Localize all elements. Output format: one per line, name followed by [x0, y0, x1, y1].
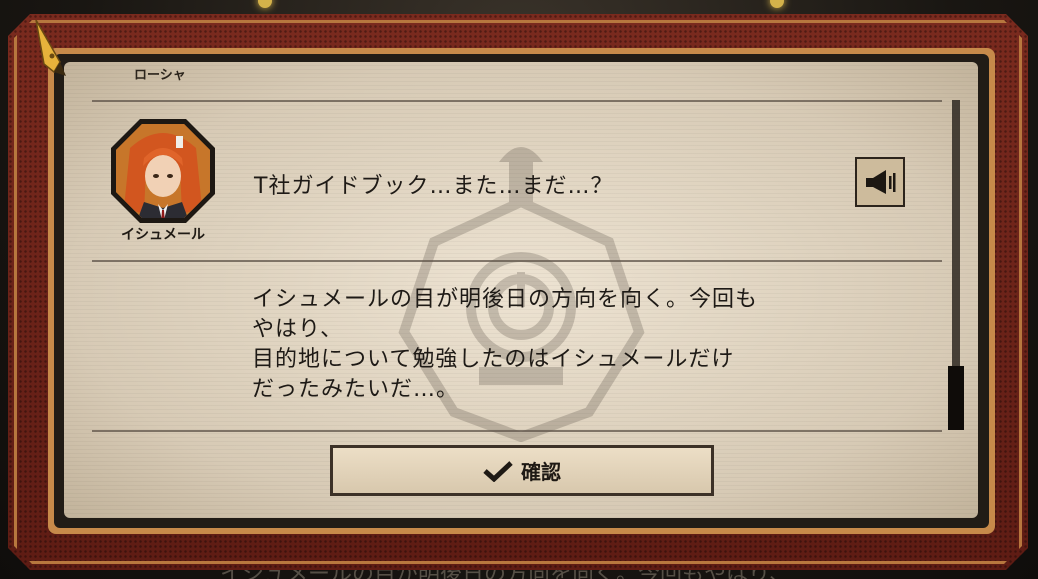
- checkmark-icon: [483, 460, 513, 482]
- dialogue-line: T社ガイドブック…また…まだ…？: [254, 174, 614, 199]
- speaker-icon: [866, 170, 896, 194]
- narration-line: 目的地について勉強したのはイシュメールだけ: [252, 347, 735, 372]
- entry-divider: [92, 100, 942, 102]
- game-scene: イシュメールの目が明後日の方向を向く。今回もやはり、 ローシャ イシュメール T…: [0, 0, 1038, 579]
- scrollbar-thumb[interactable]: [948, 366, 964, 430]
- confirm-button-label: 確認: [521, 460, 561, 484]
- speaker-name: イシュメール: [121, 227, 205, 243]
- previous-entry-speaker-name: ローシャ: [134, 68, 186, 83]
- entry-divider: [92, 260, 942, 262]
- ceiling-light-icon: [258, 0, 272, 8]
- narration-line: やはり、: [252, 317, 344, 342]
- narration-text: イシュメールの目が明後日の方向を向く。今回も やはり、 目的地について勉強したの…: [252, 285, 852, 405]
- voice-playback-button[interactable]: [855, 157, 905, 207]
- ceiling-light-icon: [770, 0, 784, 8]
- speaker-portrait: [111, 119, 215, 223]
- confirm-button[interactable]: 確認: [330, 445, 714, 496]
- narration-line: だったみたいだ…。: [252, 377, 460, 402]
- narration-line: イシュメールの目が明後日の方向を向く。今回も: [252, 287, 759, 312]
- pen-nib-icon: [35, 19, 66, 76]
- entry-divider: [92, 430, 942, 432]
